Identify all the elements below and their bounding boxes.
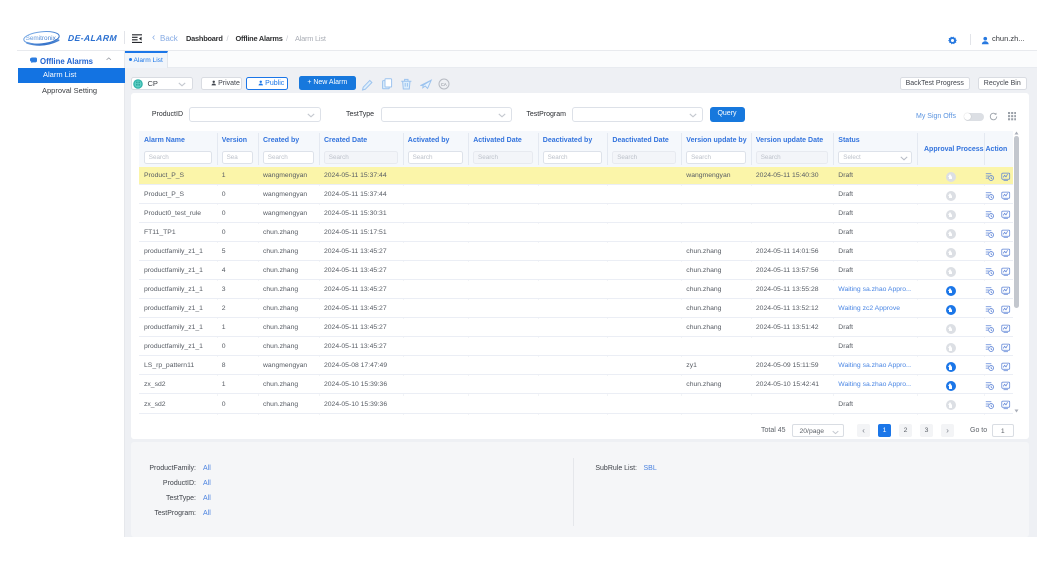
svg-text:Semitronix: Semitronix	[26, 35, 57, 42]
svg-text:CA: CA	[441, 81, 447, 86]
